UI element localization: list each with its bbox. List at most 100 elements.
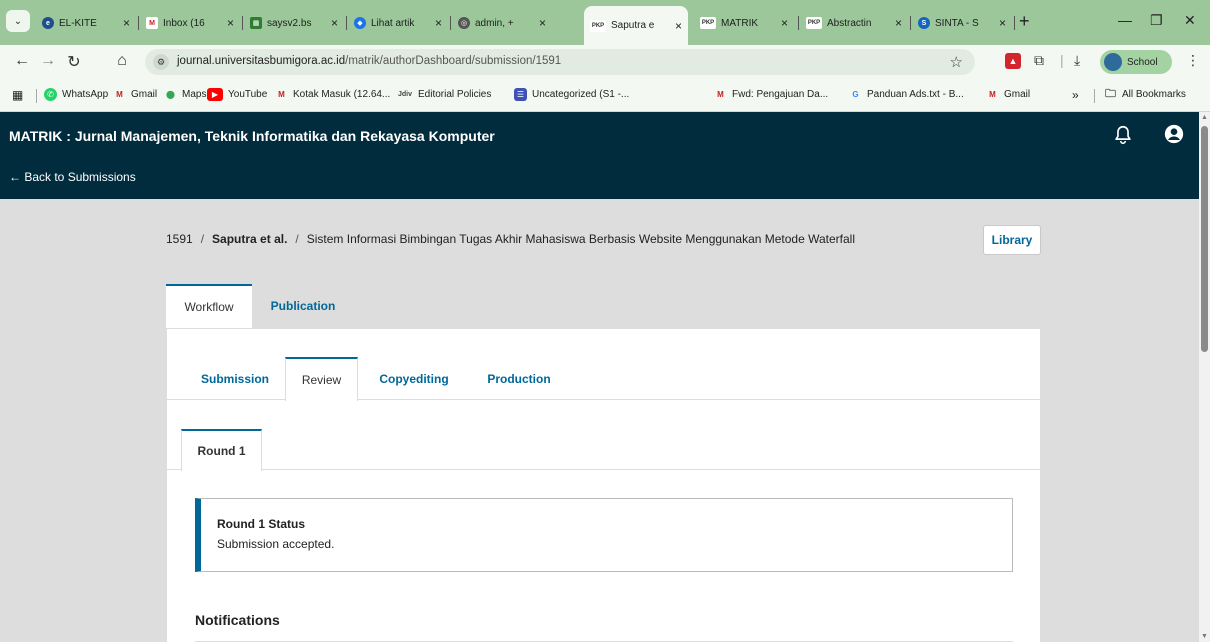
browser-tab[interactable]: ◆ Lihat artik ×	[348, 9, 448, 37]
close-icon[interactable]: ×	[227, 16, 234, 30]
home-icon[interactable]: ⌂	[112, 52, 132, 70]
google-icon: G	[852, 90, 859, 99]
new-tab-button[interactable]: +	[1019, 11, 1030, 32]
bookmark-label: WhatsApp	[62, 89, 109, 100]
close-icon[interactable]: ×	[123, 16, 130, 30]
tab-submission[interactable]: Submission	[183, 357, 287, 400]
browser-tab[interactable]: e EL-KITE ×	[36, 9, 136, 37]
tab-separator	[242, 16, 243, 30]
jdiv-icon: Jdiv	[397, 91, 412, 98]
all-bookmarks-button[interactable]: 🗀 All Bookmarks	[1104, 88, 1186, 101]
tab-search-button[interactable]: ⌄	[6, 10, 30, 32]
browser-tab[interactable]: PKP MATRIK ×	[694, 9, 794, 37]
download-icon[interactable]: ⤓	[1074, 52, 1080, 69]
breadcrumb-separator: /	[295, 232, 299, 246]
extensions-puzzle-icon[interactable]: ⧉	[1034, 52, 1044, 69]
tab-label: admin, +	[475, 17, 514, 29]
workflow-panel: Submission Review Copyediting Production…	[166, 328, 1041, 642]
tab-copyediting[interactable]: Copyediting	[365, 357, 463, 400]
tab-review[interactable]: Review	[285, 357, 358, 401]
youtube-icon: ▶	[207, 88, 223, 101]
close-icon[interactable]: ×	[895, 16, 902, 30]
bookmark-item[interactable]: ▶ YouTube	[207, 88, 267, 101]
scroll-down-icon[interactable]: ▼	[1199, 633, 1210, 640]
back-arrow-icon[interactable]: ←	[12, 52, 32, 70]
bookmark-item[interactable]: Jdiv Editorial Policies	[397, 88, 491, 101]
back-to-submissions-link[interactable]: ← Back to Submissions	[9, 170, 136, 184]
minimize-icon[interactable]: —	[1118, 12, 1132, 28]
journal-title[interactable]: MATRIK : Jurnal Manajemen, Teknik Inform…	[9, 128, 495, 144]
user-account-icon[interactable]	[1163, 123, 1185, 145]
round-status-title: Round 1 Status	[217, 517, 306, 531]
pkp-favicon-icon: PKP	[590, 19, 606, 32]
bookmark-item[interactable]: M Gmail	[986, 88, 1030, 101]
browser-tab-strip: ⌄ e EL-KITE × M Inbox (16 × ▦ saysv2.bs …	[0, 0, 1210, 45]
address-bar[interactable]: ⚙ journal.universitasbumigora.ac.id/matr…	[145, 49, 975, 75]
tab-separator	[450, 16, 451, 30]
bookmark-label: Uncategorized (S1 -...	[532, 89, 630, 100]
tab-label: Saputra e	[611, 20, 655, 31]
list-icon: ☰	[514, 88, 527, 101]
bell-icon[interactable]	[1112, 124, 1134, 146]
gmail-icon: M	[989, 90, 996, 99]
reload-icon[interactable]: ↻	[64, 52, 84, 72]
tab-label: Abstractin	[827, 17, 872, 29]
forward-arrow-icon[interactable]: →	[38, 52, 58, 70]
bookmark-label: Editorial Policies	[418, 89, 492, 100]
extension-icon[interactable]: ▲	[1005, 53, 1021, 69]
close-window-icon[interactable]: ✕	[1184, 12, 1196, 29]
bookmark-label: Panduan Ads.txt - B...	[867, 89, 964, 100]
browser-tab-active[interactable]: PKP Saputra e ×	[584, 6, 688, 45]
apps-grid-icon[interactable]: ▦	[12, 88, 23, 102]
bookmark-item[interactable]: ⬤ Maps	[164, 88, 206, 101]
url-path: /matrik/authorDashboard/submission/1591	[345, 55, 562, 67]
browser-tab[interactable]: ◎ admin, + ×	[452, 9, 552, 37]
bookmark-item[interactable]: ✆ WhatsApp	[44, 88, 108, 101]
close-icon[interactable]: ×	[781, 16, 788, 30]
library-button[interactable]: Library	[983, 225, 1041, 255]
browser-tab[interactable]: PKP Abstractin ×	[800, 9, 908, 37]
bookmark-item[interactable]: M Fwd: Pengajuan Da...	[714, 88, 828, 101]
page-scrollbar[interactable]: ▲ ▼	[1199, 112, 1210, 642]
site-info-icon[interactable]: ⚙	[153, 54, 169, 70]
round-tabs: Round 1	[167, 400, 1040, 471]
tab-separator	[1014, 16, 1015, 30]
bookmark-item[interactable]: G Panduan Ads.txt - B...	[849, 88, 964, 101]
folder-icon: 🗀	[1105, 88, 1116, 100]
profile-button[interactable]: School	[1100, 50, 1172, 74]
tab-publication[interactable]: Publication	[258, 284, 348, 328]
review-round-area: Round 1 Round 1 Status Submission accept…	[167, 400, 1040, 642]
close-icon[interactable]: ×	[331, 16, 338, 30]
close-icon[interactable]: ×	[539, 16, 546, 30]
close-icon[interactable]: ×	[999, 16, 1006, 30]
close-icon[interactable]: ×	[675, 19, 682, 33]
bookmark-item[interactable]: ☰ Uncategorized (S1 -...	[514, 88, 629, 101]
sinta-favicon-icon: S	[918, 17, 930, 29]
browser-tab[interactable]: ▦ saysv2.bs ×	[244, 9, 344, 37]
globe-favicon-icon: ◎	[458, 17, 470, 29]
tab-production[interactable]: Production	[471, 357, 567, 400]
bookmark-label: Gmail	[131, 89, 158, 100]
tab-separator	[910, 16, 911, 30]
more-menu-icon[interactable]: ⋮	[1186, 52, 1200, 69]
bookmarks-overflow-button[interactable]: »	[1072, 88, 1079, 102]
close-icon[interactable]: ×	[435, 16, 442, 30]
scroll-up-icon[interactable]: ▲	[1199, 114, 1210, 121]
tab-label: Inbox (16	[163, 17, 205, 29]
scrollbar-thumb[interactable]	[1201, 126, 1208, 352]
bookmark-item[interactable]: M Kotak Masuk (12.64...	[275, 88, 390, 101]
restore-icon[interactable]: ❐	[1150, 12, 1163, 29]
browser-tab[interactable]: M Inbox (16 ×	[140, 9, 240, 37]
tab-separator	[138, 16, 139, 30]
browser-tab[interactable]: S SINTA - S ×	[912, 9, 1012, 37]
submission-title: Sistem Informasi Bimbingan Tugas Akhir M…	[306, 232, 856, 246]
tab-workflow[interactable]: Workflow	[166, 284, 252, 328]
tab-round-1[interactable]: Round 1	[181, 429, 262, 471]
bookmark-star-icon[interactable]: ☆	[950, 53, 963, 71]
maps-pin-icon: ⬤	[166, 90, 175, 99]
gmail-icon: M	[146, 17, 158, 29]
gmail-icon: M	[116, 90, 123, 99]
gmail-icon: M	[717, 90, 724, 99]
avatar	[1104, 53, 1122, 71]
bookmark-item[interactable]: M Gmail	[113, 88, 157, 101]
